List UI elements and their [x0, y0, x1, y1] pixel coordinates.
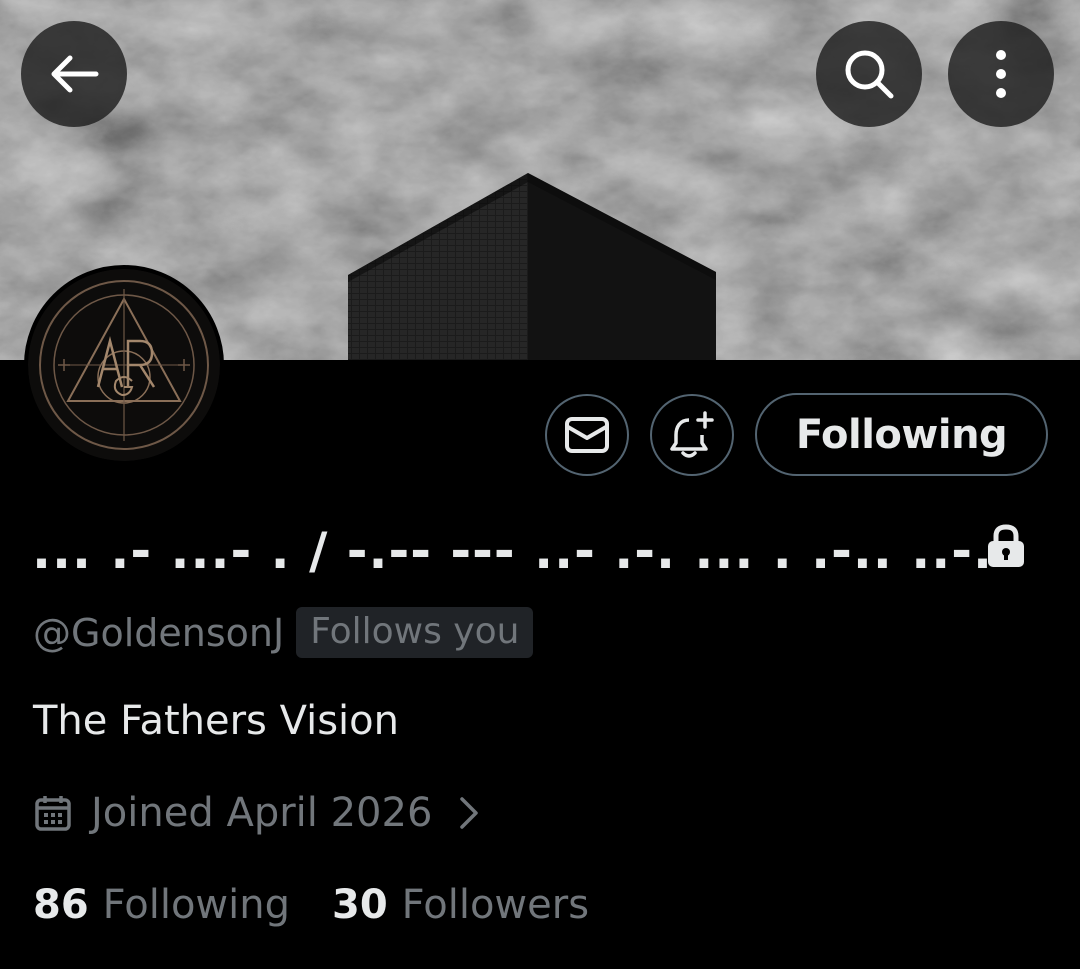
- following-button[interactable]: Following: [755, 393, 1048, 476]
- bell-plus-icon: [670, 411, 714, 458]
- joined-date-row[interactable]: Joined April 2026: [33, 790, 480, 836]
- calendar-icon: [35, 796, 71, 831]
- message-button[interactable]: [545, 394, 629, 476]
- search-button[interactable]: [816, 21, 922, 127]
- following-label: Following: [102, 882, 290, 928]
- more-options-button[interactable]: [948, 21, 1054, 127]
- mail-icon: [565, 417, 609, 453]
- avatar-emblem-image: [28, 269, 220, 461]
- follow-stats: 86 Following 30 Followers: [33, 882, 589, 928]
- followers-stat[interactable]: 30 Followers: [332, 882, 589, 928]
- joined-date: Joined April 2026: [91, 790, 433, 836]
- followers-label: Followers: [401, 882, 590, 928]
- more-vertical-icon: [996, 50, 1006, 98]
- handle-row: @GoldensonJ Follows you: [33, 607, 534, 658]
- profile-avatar[interactable]: [24, 265, 224, 465]
- profile-bio: The Fathers Vision: [33, 698, 399, 744]
- notifications-button[interactable]: [650, 394, 734, 476]
- chevron-right-icon: [460, 797, 479, 829]
- back-button[interactable]: [21, 21, 127, 127]
- user-handle: @GoldensonJ: [33, 610, 285, 655]
- display-name: ... .- ...- . / -.-- --- ..- .-. ... . .…: [32, 522, 994, 580]
- follows-you-badge: Follows you: [296, 607, 534, 658]
- following-count: 86: [33, 882, 89, 928]
- followers-count: 30: [332, 882, 388, 928]
- lock-icon: [988, 524, 1024, 567]
- search-icon: [845, 50, 894, 99]
- arrow-left-icon: [51, 55, 99, 93]
- following-stat[interactable]: 86 Following: [33, 882, 290, 928]
